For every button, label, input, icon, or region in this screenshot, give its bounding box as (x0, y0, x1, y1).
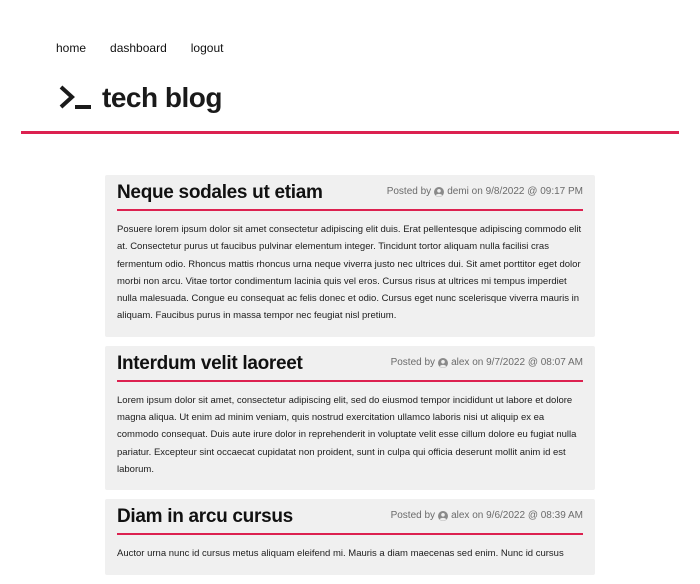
post-body: Posuere lorem ipsum dolor sit amet conse… (117, 224, 582, 322)
post-body: Auctor urna nunc id cursus metus aliquam… (117, 548, 564, 560)
post-meta: Posted by demi on 9/8/2022 @ 09:17 PM (387, 185, 583, 205)
post-date: 9/8/2022 @ 09:17 PM (485, 186, 583, 197)
post-title[interactable]: Diam in arcu cursus (117, 496, 293, 529)
post-card[interactable]: Neque sodales ut etiam Posted by demi on… (105, 175, 595, 337)
posted-by-label: Posted by (386, 186, 432, 197)
on-label: on (472, 510, 484, 522)
post-list: Neque sodales ut etiam Posted by demi on… (105, 175, 595, 584)
site-title: tech blog (102, 82, 222, 113)
post-card[interactable]: Diam in arcu cursus Posted by alex on 9/… (105, 496, 595, 575)
user-circle-icon (438, 511, 449, 522)
post-meta: Posted by alex on 9/6/2022 @ 08:39 AM (391, 509, 583, 529)
post-body: Lorem ipsum dolor sit amet, consectetur … (117, 394, 577, 475)
post-header: Neque sodales ut etiam Posted by demi on… (117, 175, 583, 211)
post-header: Interdum velit laoreet Posted by alex on… (117, 346, 583, 382)
post-title[interactable]: Interdum velit laoreet (117, 343, 303, 376)
post-meta: Posted by alex on 9/7/2022 @ 08:07 AM (391, 356, 583, 376)
nav-dashboard-link[interactable]: dashboard (110, 41, 167, 55)
post-author: demi (447, 186, 469, 197)
user-circle-icon (438, 357, 449, 368)
nav-logout-link[interactable]: logout (191, 41, 224, 55)
terminal-prompt-icon (59, 85, 91, 109)
post-author: alex (451, 356, 470, 368)
post-author: alex (451, 510, 470, 522)
on-label: on (471, 186, 483, 197)
posted-by-label: Posted by (390, 356, 436, 368)
posted-by-label: Posted by (390, 510, 436, 522)
user-circle-icon (434, 187, 445, 197)
on-label: on (472, 356, 484, 368)
post-header: Diam in arcu cursus Posted by alex on 9/… (117, 496, 583, 536)
post-date: 9/7/2022 @ 08:07 AM (486, 356, 583, 368)
post-title[interactable]: Neque sodales ut etiam (117, 172, 323, 205)
site-brand[interactable]: tech blog (58, 82, 222, 114)
nav-home-link[interactable]: home (56, 41, 86, 55)
post-card[interactable]: Interdum velit laoreet Posted by alex on… (105, 345, 595, 491)
post-date: 9/6/2022 @ 08:39 AM (486, 510, 583, 522)
main-nav: home dashboard logout (56, 41, 247, 55)
header-divider (21, 131, 679, 134)
